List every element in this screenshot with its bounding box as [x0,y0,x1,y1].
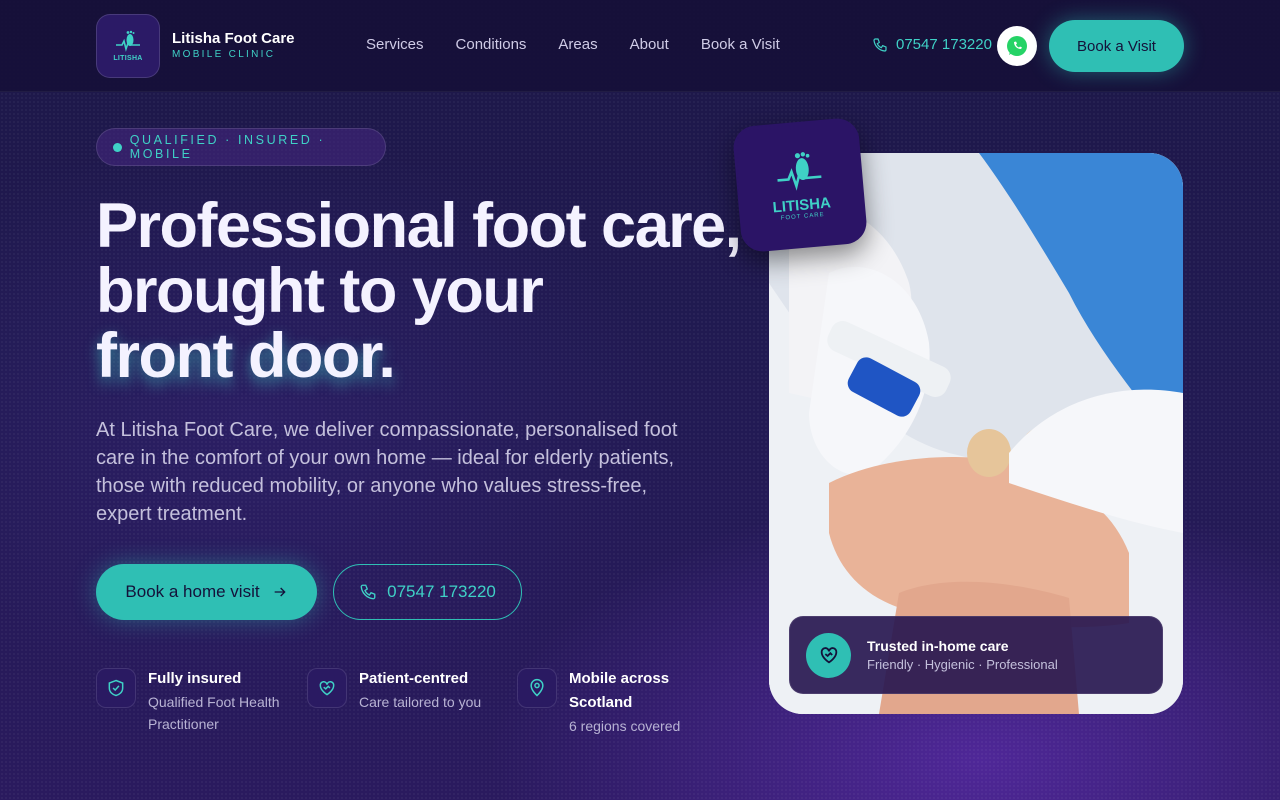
heart-hand-icon [820,647,837,664]
floating-brand-logo: LITISHA FOOT CARE [731,116,869,254]
headline-line-3: front door. [96,321,396,391]
main-nav: Services Conditions Areas About Book a V… [366,36,780,53]
book-home-visit-label: Book a home visit [125,582,260,601]
phone-icon [360,584,376,600]
trust-card-title: Trusted in-home care [867,638,1009,654]
trust-icon-circle [806,632,851,678]
call-phone-button[interactable]: 07547 173220 [333,564,522,620]
nav-item-conditions[interactable]: Conditions [456,36,527,53]
badge-text: QUALIFIED · INSURED · MOBILE [129,133,326,161]
book-home-visit-button[interactable]: Book a home visit [96,564,317,620]
feature-title: Fully insured [148,670,242,687]
arrow-right-icon [274,587,286,597]
feature-subtitle: Care tailored to you [359,694,482,710]
qualification-badge: QUALIFIED · INSURED · MOBILE [96,128,386,166]
header-phone-link[interactable]: 07547 173220 [872,36,992,53]
foot-logo-icon [116,30,140,52]
header-phone-number: 07547 173220 [896,36,992,53]
hero-lead-text: At Litisha Foot Care, we deliver compass… [96,419,678,525]
feature-icon-box [517,668,557,708]
nav-item-about[interactable]: About [630,36,669,53]
headline-line-2: brought to your [96,256,544,326]
nav-item-areas[interactable]: Areas [558,36,597,53]
trust-card: Trusted in-home care Friendly · Hygienic… [789,616,1163,694]
foot-logo-icon [777,151,822,191]
feature-patient-centred: Patient-centred Care tailored to you [307,668,507,713]
feature-subtitle: 6 regions covered [569,718,681,734]
feature-subtitle: Qualified Foot Health Practitioner [148,694,280,732]
badge-dot [113,142,122,152]
phone-icon [873,37,887,52]
feature-icon-box [96,668,136,708]
feature-icon-box [307,668,347,708]
whatsapp-icon [1007,36,1027,56]
header-book-button[interactable]: Book a Visit [1049,20,1184,72]
feature-mobile-across-scotland: Mobile across Scotland 6 regions covered [517,668,707,737]
whatsapp-button[interactable] [997,26,1037,66]
nav-item-book-a-visit[interactable]: Book a Visit [701,36,780,53]
shield-check-icon [108,679,124,697]
brand-name[interactable]: Litisha Foot Care [172,30,295,47]
feature-fully-insured: Fully insured Qualified Foot Health Prac… [96,668,296,735]
logo[interactable]: LITISHA [96,14,160,78]
headline-line-1: Professional foot care, [96,191,742,261]
feature-title: Mobile across Scotland [569,670,670,711]
heart-hand-icon [319,680,335,696]
call-phone-label: 07547 173220 [387,582,496,601]
nav-item-services[interactable]: Services [366,36,424,53]
brand-tagline: MOBILE CLINIC [172,49,276,60]
site-header: LITISHA Litisha Foot Care MOBILE CLINIC … [0,0,1280,92]
trust-card-subtitle: Friendly · Hygienic · Professional [867,657,1058,672]
feature-title: Patient-centred [359,670,469,687]
logo-text: LITISHA [113,55,143,62]
hero-headline: Professional foot care, brought to your … [96,194,756,389]
map-pin-icon [530,678,544,697]
